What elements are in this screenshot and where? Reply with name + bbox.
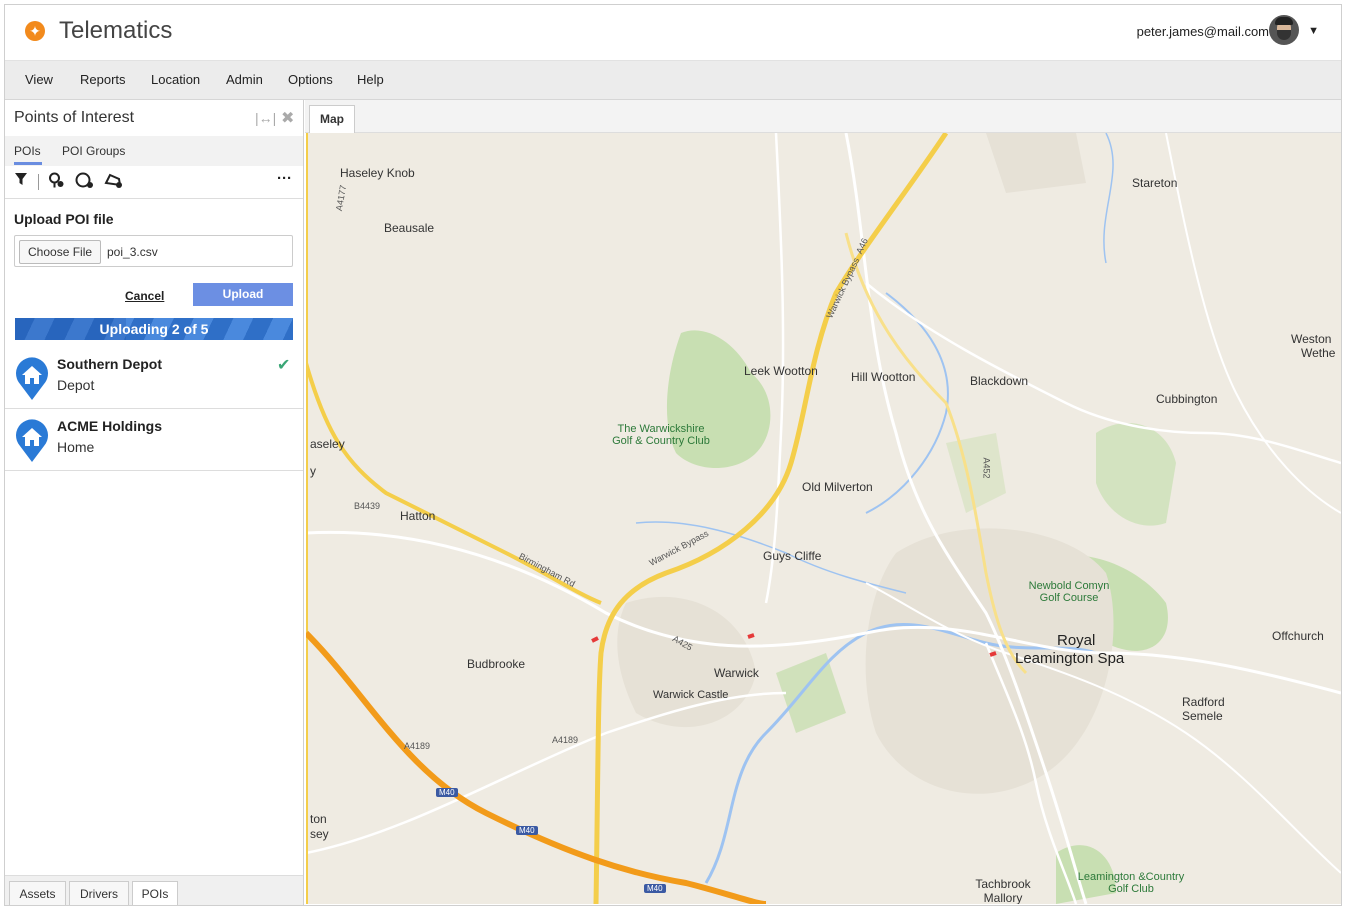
map-label: Stareton <box>1132 176 1178 190</box>
map-tabbar: Map <box>305 100 1341 133</box>
map-label: ton <box>310 812 327 826</box>
map-label: Radford Semele <box>1182 695 1225 723</box>
map-label: aseley <box>310 437 345 451</box>
poi-name: Southern Depot <box>57 356 162 372</box>
upload-button[interactable]: Upload <box>193 283 293 306</box>
map-label: Budbrooke <box>467 657 526 671</box>
map-label: Offchurch <box>1272 629 1324 643</box>
user-email[interactable]: peter.james@mail.com <box>1137 24 1269 39</box>
app-title: Telematics <box>59 17 173 44</box>
toolbar-divider <box>38 174 39 190</box>
map-label: Weston <box>1291 332 1332 346</box>
map-label: Tachbrook Mallory <box>975 877 1031 904</box>
map-label: A4189 <box>552 735 579 745</box>
app-window: ✦ Telematics peter.james@mail.com ▼ View… <box>4 4 1342 906</box>
tab-drivers[interactable]: Drivers <box>69 881 129 905</box>
close-icon[interactable]: ✖ <box>281 108 294 128</box>
poi-subtabs: POIs POI Groups <box>5 136 303 166</box>
home-pin-icon <box>15 419 48 462</box>
poi-toolbar: ··· <box>5 166 303 199</box>
road-shield: M40 <box>516 826 538 835</box>
selected-file-name: poi_3.csv <box>107 245 158 259</box>
poi-name: ACME Holdings <box>57 418 162 434</box>
list-item[interactable]: ACME Holdings Home <box>5 409 303 471</box>
active-tab-indicator <box>14 162 42 165</box>
road-shield: M40 <box>436 788 458 797</box>
map-label: Warwick <box>714 666 759 680</box>
map-label: A4189 <box>404 741 431 751</box>
list-item[interactable]: Southern Depot Depot ✔ <box>5 347 303 409</box>
map-label: Hill Wootton <box>851 370 916 384</box>
map-label: Leamington Spa <box>1015 650 1125 667</box>
filter-icon[interactable] <box>14 172 28 190</box>
tab-poi-groups[interactable]: POI Groups <box>62 144 125 158</box>
map-canvas <box>306 133 1341 904</box>
map-label: Newbold Comyn Golf Course <box>1028 580 1110 604</box>
caret-down-icon[interactable]: ▼ <box>1308 25 1319 37</box>
more-options-icon[interactable]: ··· <box>277 170 292 187</box>
map-label: Wethe <box>1301 346 1336 360</box>
poi-panel: Points of Interest |↔| ✖ POIs POI Groups… <box>5 100 304 905</box>
upload-progress-bar: Uploading 2 of 5 <box>15 318 293 340</box>
menu-help[interactable]: Help <box>357 72 384 87</box>
tab-assets[interactable]: Assets <box>9 881 66 905</box>
menu-bar: View Reports Location Admin Options Help <box>5 60 1341 100</box>
file-input[interactable]: Choose File poi_3.csv <box>14 235 293 267</box>
map-label: Cubbington <box>1156 392 1218 406</box>
map-label: Leamington &Country Golf Club <box>1077 871 1185 895</box>
upload-heading: Upload POI file <box>14 211 114 227</box>
tab-pois[interactable]: POIs <box>14 144 41 158</box>
poi-type: Home <box>57 439 95 455</box>
cancel-button[interactable]: Cancel <box>125 289 164 303</box>
tab-map[interactable]: Map <box>309 105 355 133</box>
road-shield: M40 <box>644 884 666 893</box>
map-label: The Warwickshire Golf & Country Club <box>612 423 710 447</box>
panel-title: Points of Interest <box>14 109 135 126</box>
map-view[interactable]: Haseley Knob Beausale Stareton Weston We… <box>306 133 1341 904</box>
map-label: sey <box>310 827 329 841</box>
map-label: Guys Cliffe <box>763 549 822 563</box>
app-header: ✦ Telematics peter.james@mail.com ▼ <box>5 5 1341 60</box>
menu-admin[interactable]: Admin <box>226 72 263 87</box>
bottom-tabs: Assets Drivers POIs <box>5 875 303 905</box>
map-label: Hatton <box>400 509 436 523</box>
tab-pois-bottom[interactable]: POIs <box>132 881 178 905</box>
map-label: Beausale <box>384 221 435 235</box>
map-label: Royal <box>1057 632 1096 649</box>
map-label: B4439 <box>354 501 381 511</box>
avatar[interactable] <box>1269 15 1299 45</box>
map-label: Old Milverton <box>802 480 873 494</box>
checkmark-icon: ✔ <box>277 357 291 374</box>
map-label: A452 <box>981 457 992 479</box>
star-badge-icon: ✦ <box>25 21 45 41</box>
map-label: Leek Wootton <box>744 364 818 378</box>
menu-location[interactable]: Location <box>151 72 200 87</box>
map-label: y <box>310 464 316 478</box>
poi-type: Depot <box>57 377 95 393</box>
progress-text: Uploading 2 of 5 <box>99 321 209 337</box>
add-point-poi-icon[interactable] <box>48 172 65 193</box>
choose-file-button[interactable]: Choose File <box>19 240 102 264</box>
add-circle-poi-icon[interactable] <box>75 172 94 193</box>
add-polygon-poi-icon[interactable] <box>104 172 123 193</box>
menu-options[interactable]: Options <box>288 72 333 87</box>
home-pin-icon <box>15 357 48 400</box>
map-label: Warwick Castle <box>653 689 729 701</box>
menu-view[interactable]: View <box>25 72 53 87</box>
pin-panel-icon[interactable]: |↔| <box>255 110 276 126</box>
menu-reports[interactable]: Reports <box>80 72 126 87</box>
map-label: Haseley Knob <box>340 166 415 180</box>
map-label: Blackdown <box>970 374 1029 388</box>
